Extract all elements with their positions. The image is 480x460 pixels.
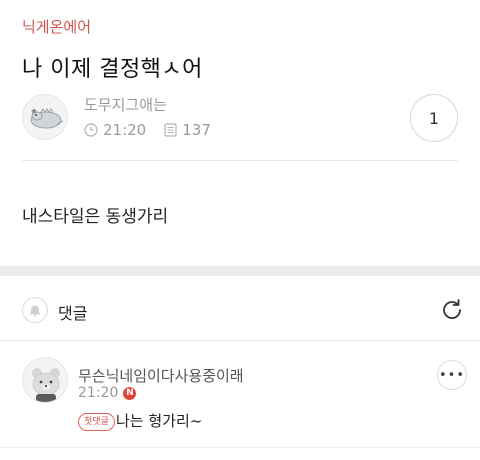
bell-icon[interactable] (22, 297, 48, 323)
comment-time: 21:20 (78, 385, 119, 401)
board-name[interactable]: 닉게온에어 (22, 16, 91, 37)
post-body: 내스타일은 동생가리 (22, 207, 169, 227)
comment-text: 나는 형가리~ (116, 412, 203, 430)
post-title: 나 이제 결정핵ㅅ어 (22, 57, 203, 82)
first-comment-badge: 첫댓글 (78, 413, 115, 431)
post-views: 137 (182, 121, 211, 139)
divider (22, 160, 458, 161)
bear-avatar-icon[interactable] (22, 357, 68, 403)
comment-meta: 21:20 N (78, 385, 137, 401)
divider (0, 447, 480, 448)
comment-author[interactable]: 무슨닉네임이다사용중이래 (78, 365, 244, 386)
divider (0, 340, 480, 341)
post-author[interactable]: 도무지그애는 (84, 94, 167, 115)
post-meta: 21:20 137 (84, 121, 211, 139)
new-badge: N (123, 386, 137, 400)
comment-count-button[interactable]: 1 (410, 94, 458, 142)
clock-icon (84, 123, 98, 137)
refresh-icon[interactable] (438, 296, 466, 324)
document-icon (164, 123, 177, 137)
post-time: 21:20 (103, 121, 147, 139)
comments-header: 댓글 (58, 304, 88, 323)
section-separator (0, 266, 480, 276)
dinosaur-avatar-icon[interactable] (22, 94, 68, 140)
more-options-button[interactable]: ••• (437, 360, 467, 390)
